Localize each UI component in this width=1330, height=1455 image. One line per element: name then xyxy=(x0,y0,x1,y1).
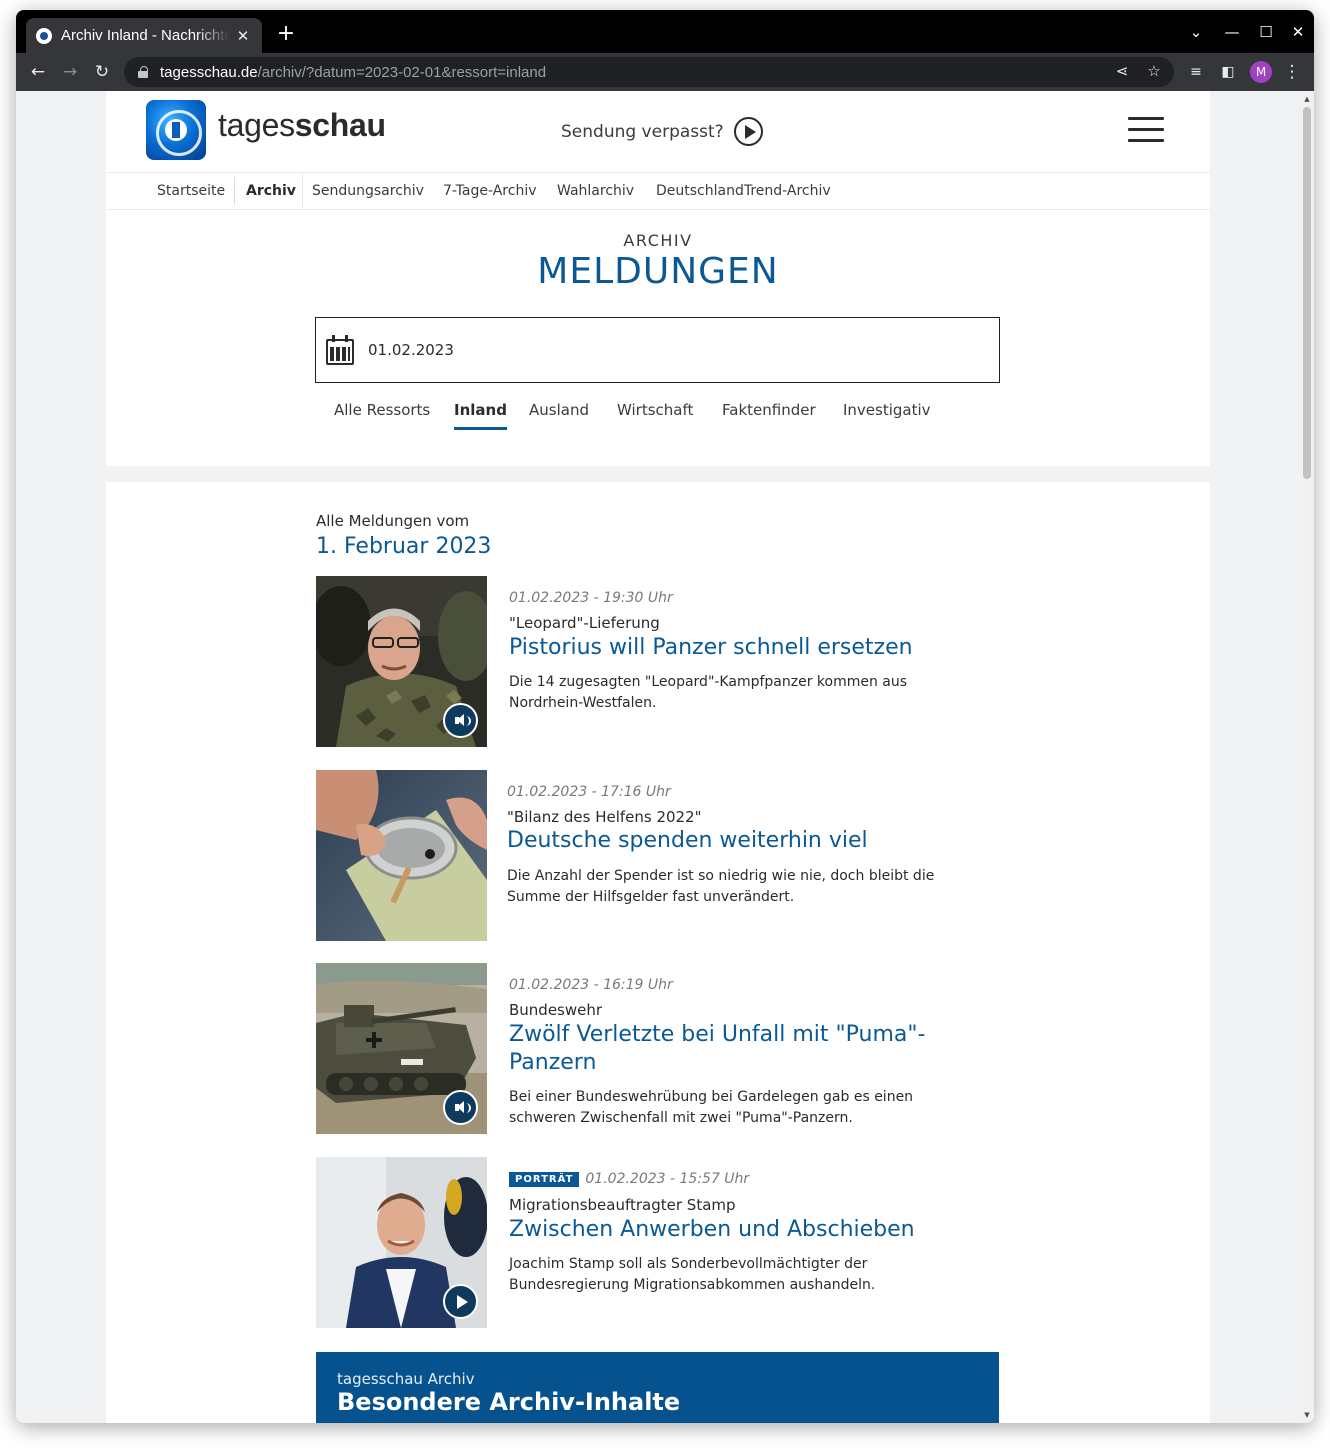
play-circle-icon xyxy=(733,117,763,146)
news-teaser: Bei einer Bundeswehrübung bei Gardelegen… xyxy=(509,1089,914,1126)
date-value: 01.02.2023 xyxy=(368,341,454,359)
minimize-icon[interactable]: — xyxy=(1220,20,1244,44)
audio-speaker-icon[interactable] xyxy=(443,703,478,738)
tab-search-chevron-icon[interactable]: ⌄ xyxy=(1184,20,1208,44)
tab-strip: Archiv Inland - Nachrichten ✕ + ⌄ — ☐ ✕ xyxy=(16,10,1314,53)
news-meta-date: 01.02.2023 - 15:57 Uhr xyxy=(585,1171,750,1187)
subnav-divider xyxy=(302,173,303,209)
news-topline: Migrationsbeauftragter Stamp xyxy=(509,1196,736,1214)
subnav-sendungsarchiv[interactable]: Sendungsarchiv xyxy=(312,173,424,209)
news-teaser: Joachim Stamp soll als Sonderbevollmächt… xyxy=(509,1256,876,1293)
news-item[interactable]: 01.02.2023 - 19:30 Uhr "Leopard"-Lieferu… xyxy=(316,576,1006,747)
tab-wirtschaft[interactable]: Wirtschaft xyxy=(617,401,693,419)
news-thumbnail[interactable] xyxy=(316,1157,487,1328)
news-thumbnail[interactable] xyxy=(316,770,487,941)
news-item[interactable]: 01.02.2023 - 17:16 Uhr "Bilanz des Helfe… xyxy=(316,770,1006,941)
forward-arrow-icon[interactable]: → xyxy=(58,60,82,84)
list-heading-small: Alle Meldungen vom xyxy=(316,512,470,530)
reload-icon[interactable]: ↻ xyxy=(90,60,114,84)
ressort-tabs: Alle Ressorts Inland Ausland Wirtschaft … xyxy=(106,401,1210,431)
subnav-divider xyxy=(234,177,235,205)
news-headline[interactable]: Zwischen Anwerben und Abschieben xyxy=(509,1216,949,1244)
wordmark-bold: schau xyxy=(294,107,386,143)
sendung-label: Sendung verpasst? xyxy=(561,121,724,142)
browser-toolbar: ← → ↻ tagesschau.de/archiv/?datum=2023-0… xyxy=(16,53,1314,91)
news-item[interactable]: PORTRÄT 01.02.2023 - 15:57 Uhr Migrations… xyxy=(316,1157,1006,1328)
list-heading-date: 1. Februar 2023 xyxy=(316,534,492,559)
news-list-card: Alle Meldungen vom 1. Februar 2023 01.02… xyxy=(106,482,1210,1423)
new-tab-icon[interactable]: + xyxy=(274,22,298,46)
bookmark-star-icon[interactable]: ☆ xyxy=(1142,60,1166,84)
hamburger-menu-icon[interactable] xyxy=(1128,117,1164,143)
archive-banner[interactable]: tagesschau Archiv Besondere Archiv-Inhal… xyxy=(316,1352,999,1423)
tab-close-icon[interactable]: ✕ xyxy=(234,27,252,45)
tab-ausland[interactable]: Ausland xyxy=(529,401,589,419)
news-headline[interactable]: Deutsche spenden weiterhin viel xyxy=(507,827,947,855)
portrait-badge: PORTRÄT xyxy=(509,1172,580,1187)
page-scrollbar[interactable]: ▲ ▼ xyxy=(1300,91,1314,1423)
banner-kicker: tagesschau Archiv xyxy=(337,1370,475,1388)
page-viewport: tagesschau Sendung verpasst? Startseite … xyxy=(16,91,1300,1423)
date-picker-field[interactable]: 01.02.2023 xyxy=(315,317,1000,383)
scroll-up-arrow-icon[interactable]: ▲ xyxy=(1303,95,1311,103)
profile-avatar[interactable]: M xyxy=(1250,61,1272,83)
scroll-down-arrow-icon[interactable]: ▼ xyxy=(1303,1411,1311,1419)
news-teaser: Die 14 zugesagten "Leopard"-Kampfpanzer … xyxy=(509,674,908,711)
address-bar[interactable]: tagesschau.de/archiv/?datum=2023-02-01&r… xyxy=(124,57,1174,87)
header-card: tagesschau Sendung verpasst? Startseite … xyxy=(106,91,1210,466)
news-meta: 01.02.2023 - 17:16 Uhr xyxy=(507,784,671,800)
archive-subnav: Startseite Archiv Sendungsarchiv 7-Tage-… xyxy=(106,172,1210,210)
lock-icon[interactable] xyxy=(138,66,150,78)
tagesschau-favicon-icon xyxy=(36,27,52,44)
tagesschau-logo-icon[interactable] xyxy=(146,100,206,160)
browser-window: Archiv Inland - Nachrichten ✕ + ⌄ — ☐ ✕ … xyxy=(16,10,1314,1423)
tab-alle-ressorts[interactable]: Alle Ressorts xyxy=(334,401,430,419)
side-panel-icon[interactable]: ◧ xyxy=(1216,60,1240,84)
back-arrow-icon[interactable]: ← xyxy=(26,60,50,84)
news-meta: 01.02.2023 - 19:30 Uhr xyxy=(509,590,673,606)
news-headline[interactable]: Zwölf Verletzte bei Unfall mit "Puma"-Pa… xyxy=(509,1021,939,1077)
news-item[interactable]: 01.02.2023 - 16:19 Uhr Bundeswehr Zwölf … xyxy=(316,963,1006,1134)
tab-faktenfinder[interactable]: Faktenfinder xyxy=(722,401,816,419)
site-wordmark[interactable]: tagesschau xyxy=(218,107,386,144)
tab-investigativ[interactable]: Investigativ xyxy=(843,401,931,419)
url-path: /archiv/?datum=2023-02-01&ressort=inland xyxy=(257,63,547,81)
tab-inland[interactable]: Inland xyxy=(454,401,507,430)
subnav-deutschlandtrend-archiv[interactable]: DeutschlandTrend-Archiv xyxy=(656,173,831,209)
subnav-wahlarchiv[interactable]: Wahlarchiv xyxy=(557,173,634,209)
news-teaser: Die Anzahl der Spender ist so niedrig wi… xyxy=(507,868,935,905)
subnav-archiv[interactable]: Archiv xyxy=(246,173,296,209)
url-host: tagesschau.de xyxy=(160,63,258,81)
tab-title: Archiv Inland - Nachrichten xyxy=(61,27,230,44)
news-meta: 01.02.2023 - 16:19 Uhr xyxy=(509,977,673,993)
news-meta: PORTRÄT 01.02.2023 - 15:57 Uhr xyxy=(509,1171,749,1187)
news-topline: "Bilanz des Helfens 2022" xyxy=(507,808,702,826)
reading-list-icon[interactable]: ≡ xyxy=(1184,60,1208,84)
share-icon[interactable]: ⋖ xyxy=(1110,60,1134,84)
news-headline[interactable]: Pistorius will Panzer schnell ersetzen xyxy=(509,634,949,662)
subnav-startseite[interactable]: Startseite xyxy=(157,173,225,209)
news-topline: "Leopard"-Lieferung xyxy=(509,614,660,632)
video-play-icon[interactable] xyxy=(443,1284,478,1319)
archive-kicker: ARCHIV xyxy=(623,231,693,250)
page-title: MELDUNGEN xyxy=(537,251,779,292)
maximize-icon[interactable]: ☐ xyxy=(1254,20,1278,44)
calendar-icon[interactable] xyxy=(326,335,354,365)
banner-title: Besondere Archiv-Inhalte xyxy=(337,1388,681,1416)
browser-menu-icon[interactable]: ⋮ xyxy=(1280,60,1304,84)
sendung-verpasst-link[interactable]: Sendung verpasst? xyxy=(561,117,763,146)
browser-tab-active[interactable]: Archiv Inland - Nachrichten ✕ xyxy=(26,18,262,53)
news-topline: Bundeswehr xyxy=(509,1001,603,1019)
window-close-icon[interactable]: ✕ xyxy=(1286,20,1310,44)
news-thumbnail[interactable] xyxy=(316,963,487,1134)
wordmark-light: tages xyxy=(218,107,295,143)
subnav-7-tage-archiv[interactable]: 7-Tage-Archiv xyxy=(443,173,537,209)
news-thumbnail[interactable] xyxy=(316,576,487,747)
audio-speaker-icon[interactable] xyxy=(443,1090,478,1125)
scroll-thumb[interactable] xyxy=(1303,107,1311,479)
